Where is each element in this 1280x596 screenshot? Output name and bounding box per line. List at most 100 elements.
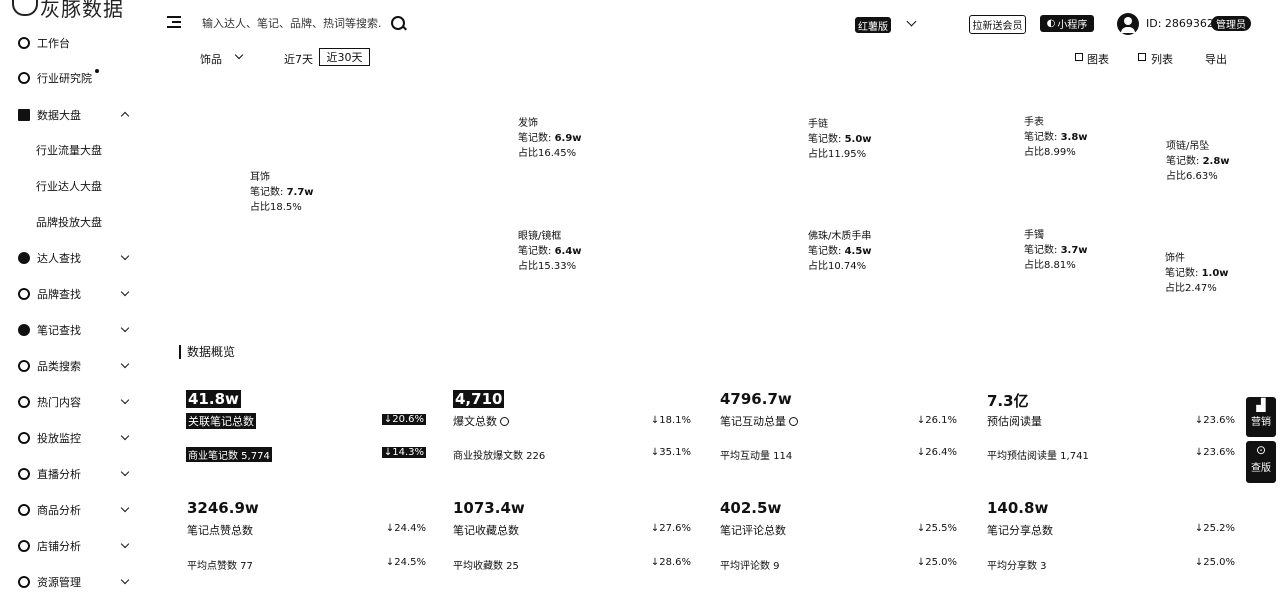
range-7-button[interactable]: 近7天	[284, 51, 313, 67]
sidebar-item-shop-analysis[interactable]: 店铺分析	[0, 532, 148, 560]
note-search-icon	[18, 324, 30, 336]
sidebar-item-note-search[interactable]: 笔记查找	[0, 316, 148, 344]
metric-label: 笔记收藏总数	[453, 524, 519, 537]
sidebar-item-ad-monitor[interactable]: 投放监控	[0, 424, 148, 452]
treemap-cell[interactable]: 项链/吊坠 笔记数: 2.8w 占比6.63%	[1166, 139, 1230, 184]
metric-value: 4796.7w	[720, 390, 792, 408]
chevron-down-icon[interactable]	[906, 16, 917, 27]
metric-value: 1073.4w	[453, 499, 525, 517]
sidebar-item-research[interactable]: 行业研究院	[0, 64, 148, 92]
chevron-down-icon	[120, 431, 130, 441]
cell-count: 笔记数: 6.9w	[518, 133, 582, 144]
sidebar-item-live-analysis[interactable]: 直播分析	[0, 460, 148, 488]
search-icon[interactable]	[391, 16, 405, 30]
logo-text: 灰豚数据	[40, 0, 124, 21]
section-title: 数据概览	[179, 345, 235, 359]
cell-share: 占比10.74%	[808, 261, 867, 272]
sidebar-item-category-search[interactable]: 品类搜索	[0, 352, 148, 380]
sidebar-item-workbench[interactable]: 工作台	[0, 29, 148, 57]
info-icon[interactable]	[500, 417, 509, 426]
sidebar-item-label: 品类搜索	[37, 360, 81, 373]
chevron-down-icon	[120, 395, 130, 405]
sidebar-item-brand-search[interactable]: 品牌查找	[0, 280, 148, 308]
metric-sub-change: ↓28.6%	[650, 557, 691, 568]
treemap-cell[interactable]: 眼镜/镜框 笔记数: 6.4w 占比15.33%	[518, 229, 582, 274]
metric-sub-change: ↓35.1%	[650, 447, 691, 458]
list-view-button[interactable]: 列表	[1151, 51, 1173, 67]
sidebar-item-industry-traffic[interactable]: 行业流量大盘	[0, 136, 148, 164]
treemap-cell[interactable]: 饰件 笔记数: 1.0w 占比2.47%	[1165, 251, 1229, 296]
cell-name: 发饰	[518, 118, 538, 129]
metric-sub: 商业投放爆文数 226	[453, 451, 546, 462]
sidebar-item-kol-search[interactable]: 达人查找	[0, 244, 148, 272]
metric-change: ↓23.6%	[1194, 415, 1235, 426]
export-button[interactable]: 导出	[1205, 51, 1227, 67]
cell-name: 饰件	[1165, 253, 1185, 264]
sidebar-item-brand-ad[interactable]: 品牌投放大盘	[0, 208, 148, 236]
chevron-down-icon	[120, 575, 130, 585]
mini-program-button[interactable]: ◐ 小程序	[1040, 15, 1094, 32]
new-member-button[interactable]: 拉新送会员	[969, 15, 1026, 34]
cell-share: 占比15.33%	[518, 261, 577, 272]
sidebar-item-label: 商品分析	[37, 504, 81, 517]
sidebar-item-label: 行业流量大盘	[36, 144, 102, 157]
category-select[interactable]: 饰品	[200, 51, 222, 67]
cell-count: 笔记数: 3.7w	[1024, 245, 1088, 256]
product-analysis-icon	[18, 504, 30, 516]
search-input[interactable]	[198, 12, 386, 34]
metric-value: 402.5w	[720, 499, 782, 517]
sidebar-item-industry-kol[interactable]: 行业达人大盘	[0, 172, 148, 200]
treemap-cell[interactable]: 手表 笔记数: 3.8w 占比8.99%	[1024, 115, 1088, 160]
metric-label: 笔记点赞总数	[187, 524, 253, 537]
mini-program-label: 小程序	[1057, 20, 1088, 31]
menu-toggle-icon[interactable]	[167, 16, 181, 28]
metric-sub: 平均分享数 3	[987, 561, 1047, 572]
treemap-cell[interactable]: 手镯 笔记数: 3.7w 占比8.81%	[1024, 228, 1088, 273]
chevron-down-icon	[120, 251, 130, 261]
info-icon[interactable]	[789, 417, 798, 426]
sidebar: 灰豚数据 工作台 行业研究院 数据大盘 行业流量大盘 行业达人大盘 品牌投放大盘…	[0, 0, 148, 589]
marketing-float-button[interactable]: ▟ 营销	[1246, 397, 1276, 437]
chart-icon: ▟	[1256, 398, 1266, 412]
sidebar-item-product-analysis[interactable]: 商品分析	[0, 496, 148, 524]
cell-name: 手镯	[1024, 230, 1044, 241]
range-30-button[interactable]: 近30天	[319, 48, 370, 66]
chart-view-icon[interactable]	[1075, 53, 1083, 61]
chart-view-button[interactable]: 图表	[1087, 51, 1109, 67]
chevron-down-icon[interactable]	[234, 50, 244, 60]
float-label: 营销	[1251, 417, 1271, 428]
treemap-cell[interactable]: 手链 笔记数: 5.0w 占比11.95%	[808, 117, 872, 162]
treemap-cell[interactable]: 耳饰 笔记数: 7.7w 占比18.5%	[250, 170, 314, 215]
search-icon: ⊙	[1255, 443, 1267, 457]
query-float-button[interactable]: ⊙ 查版	[1246, 441, 1276, 483]
metric-label: 预估阅读量	[987, 415, 1042, 428]
avatar[interactable]	[1117, 13, 1139, 35]
metric-change: ↓25.2%	[1194, 523, 1235, 534]
metric-sub-change: ↓23.6%	[1194, 447, 1235, 458]
sidebar-item-dashboard[interactable]: 数据大盘	[0, 101, 148, 129]
sidebar-item-label: 直播分析	[37, 468, 81, 481]
manage-badge[interactable]: 管理员	[1211, 16, 1251, 31]
sidebar-item-resource[interactable]: 资源管理	[0, 568, 148, 596]
metric-value: 140.8w	[987, 499, 1049, 517]
metric-label: 爆文总数	[453, 413, 509, 429]
platform-badge[interactable]: 红薯版	[855, 17, 891, 33]
cell-count: 笔记数: 2.8w	[1166, 156, 1230, 167]
dashboard-icon	[18, 109, 30, 121]
cell-name: 佛珠/木质手串	[808, 231, 872, 242]
metric-change: ↓27.6%	[650, 523, 691, 534]
list-view-icon[interactable]	[1138, 53, 1146, 61]
metric-change: ↓25.5%	[916, 523, 957, 534]
cell-count: 笔记数: 4.5w	[808, 246, 872, 257]
metric-value: 7.3亿	[987, 392, 1029, 410]
category-search-icon	[18, 360, 30, 372]
sidebar-item-label: 店铺分析	[37, 540, 81, 553]
cell-name: 手表	[1024, 117, 1044, 128]
chevron-down-icon	[120, 323, 130, 333]
kol-search-icon	[18, 252, 30, 264]
treemap-cell[interactable]: 佛珠/木质手串 笔记数: 4.5w 占比10.74%	[808, 229, 872, 274]
cell-share: 占比6.63%	[1166, 171, 1218, 182]
sidebar-item-hot-content[interactable]: 热门内容	[0, 388, 148, 416]
treemap-cell[interactable]: 发饰 笔记数: 6.9w 占比16.45%	[518, 116, 582, 161]
cell-name: 耳饰	[250, 172, 270, 183]
